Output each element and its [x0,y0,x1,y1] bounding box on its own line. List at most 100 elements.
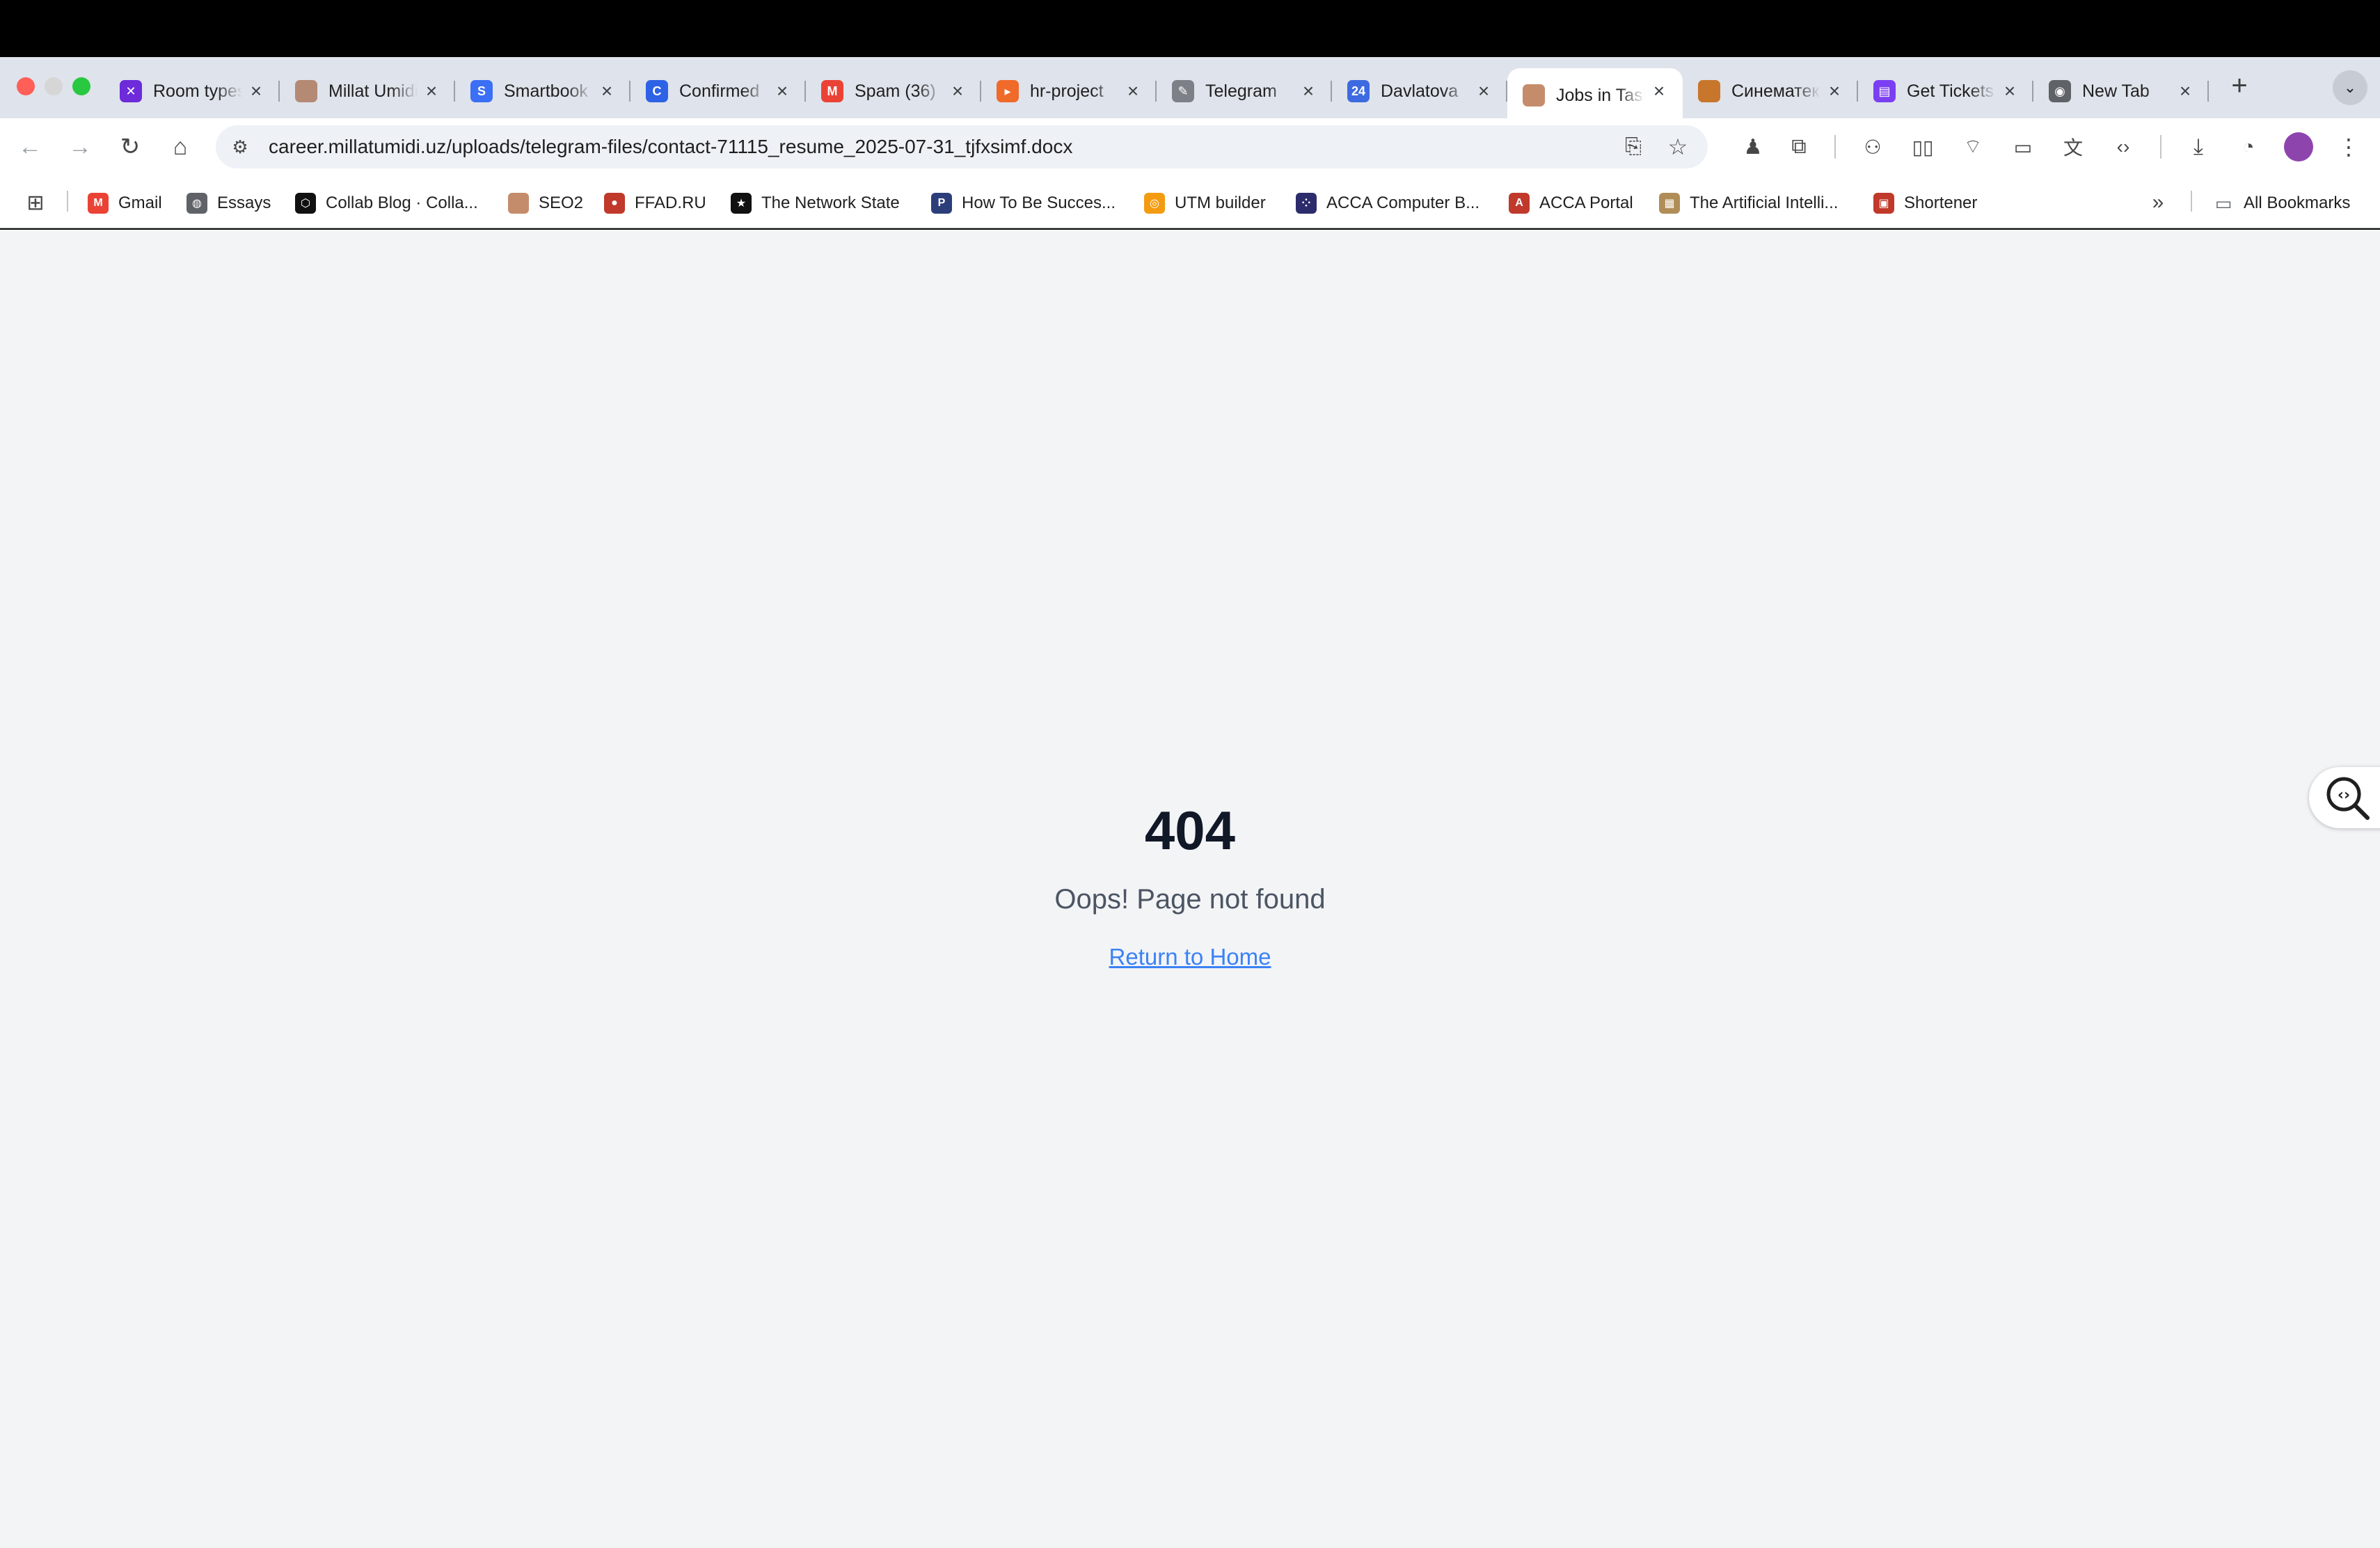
tab-divider [2207,81,2209,102]
extensions-puzzle-icon[interactable]: ⧉ [1782,129,1816,164]
reading-mode-icon[interactable]: ▯▯ [1905,129,1940,164]
close-tab-icon[interactable]: × [1999,80,2021,102]
close-tab-icon[interactable]: × [1648,80,1670,102]
shortener-icon: ▣ [1873,193,1894,214]
floating-search-button[interactable]: ‹› [2309,767,2380,828]
url-text[interactable]: career.millatumidi.uz/uploads/telegram-f… [269,132,1072,161]
home-icon[interactable]: ⌂ [163,129,198,164]
tab-title: New Tab [2082,81,2150,101]
bookmark-item[interactable]: A ACCA Portal [1509,189,1633,217]
performance-icon[interactable]: ◔ [2231,129,2266,164]
browser-tab[interactable]: C Confirmed × [630,68,806,114]
close-tab-icon[interactable]: × [1122,80,1144,102]
bookmark-item[interactable]: ▦ The Artificial Intelli... [1659,189,1838,217]
tab-title: Davlatova [1381,81,1459,101]
acca-dots-icon: ⁘ [1296,193,1317,214]
close-tab-icon[interactable]: × [420,80,443,102]
acca-icon: A [1509,193,1530,214]
install-app-icon[interactable]: ⎘ [1616,129,1651,164]
bookmark-item[interactable]: P How To Be Succes... [931,189,1116,217]
bookmark-item[interactable]: ◎ UTM builder [1144,189,1266,217]
bookmark-item[interactable]: ⬡ Collab Blog · Colla... [295,189,478,217]
forward-arrow-icon[interactable]: → [63,129,97,164]
ffad-icon: ● [604,193,625,214]
browser-tab[interactable]: Jobs in Tashkent× [1507,68,1683,123]
millat-umidi-icon [295,80,317,102]
profile-avatar[interactable] [2281,129,2316,164]
bookmark-item[interactable]: M Gmail [88,189,162,217]
bookmark-label: How To Be Succes... [962,194,1116,212]
bookmark-item[interactable]: ▣ Shortener [1873,189,1977,217]
bookmark-label: Essays [217,194,271,212]
close-tab-icon[interactable]: × [1297,80,1319,102]
all-bookmarks-button[interactable]: ▭ All Bookmarks [2213,189,2351,217]
minimize-window-button[interactable] [45,77,63,95]
back-arrow-icon[interactable]: ← [13,129,47,164]
device-icon[interactable]: ▭ [2006,129,2040,164]
maximize-window-button[interactable] [72,77,90,95]
system-menu-bar [0,0,2380,57]
close-tab-icon[interactable]: × [245,80,267,102]
error-code: 404 [1144,800,1236,861]
translate-icon[interactable]: 文 [2056,129,2091,164]
bookmark-item[interactable]: ⁘ ACCA Computer B... [1296,189,1479,217]
browser-tab[interactable]: Синематека × [1683,68,1858,114]
confirmed-icon: C [646,80,668,102]
smartbook-icon: S [470,80,493,102]
reload-icon[interactable]: ↻ [113,129,148,164]
return-home-link[interactable]: Return to Home [1086,940,1294,974]
browser-tab[interactable]: ▤ Get Tickets × [1858,68,2033,114]
tab-title: hr-project [1030,81,1104,101]
tab-title: Smartbook [504,81,588,101]
menu-kebab-icon[interactable]: ⋮ [2331,129,2366,164]
bookmark-label: The Network State [761,194,900,212]
tab-title: Spam (36) [855,81,936,101]
browser-tab[interactable]: S Smartbook × [455,68,630,114]
browser-tab[interactable]: M Spam (36) × [806,68,981,114]
incognito-icon[interactable]: ⚇ [1855,129,1890,164]
tabs: ✕ Room types × Millat Umidi × S Smartbook × C Con… [104,64,2209,123]
gmail-icon: M [821,80,843,102]
tab-title: Room types [153,81,242,101]
close-tab-icon[interactable]: × [2174,80,2196,102]
network-state-icon: ★ [731,193,752,214]
browser-tab[interactable]: Millat Umidi × [280,68,455,114]
cinematheque-icon [1698,80,1720,102]
close-tab-icon[interactable]: × [1823,80,1846,102]
close-tab-icon[interactable]: × [596,80,618,102]
browser-tab[interactable]: ▸ hr-project × [981,68,1157,114]
bookmark-item[interactable]: ◍ Essays [187,189,271,217]
close-window-button[interactable] [17,77,35,95]
browser-tab[interactable]: ◉ New Tab × [2033,68,2209,114]
new-tab-button[interactable]: + [2224,70,2255,101]
collab-icon: ⬡ [295,193,316,214]
bookmark-label: FFAD.RU [635,194,706,212]
download-icon[interactable]: ⤓ [2181,129,2216,164]
bookmark-label: The Artificial Intelli... [1690,194,1839,212]
tab-title: Millat Umidi [328,81,418,101]
site-info-icon[interactable]: ⚙ [223,129,257,164]
seo-icon [508,193,529,214]
chevron-more-icon[interactable]: » [2141,185,2175,220]
cast-icon[interactable]: ⌔ [1955,129,1990,164]
browser-tab[interactable]: 24 Davlatova × [1332,68,1507,114]
close-tab-icon[interactable]: × [946,80,969,102]
globe-icon: ◍ [187,193,207,214]
bookmark-label: UTM builder [1175,194,1266,212]
succes-icon: P [931,193,952,214]
bookmark-item[interactable]: ★ The Network State [731,189,900,217]
extension-badge-icon[interactable]: ♟ [1736,129,1770,164]
tab-title: Confirmed [679,81,760,101]
code-icon[interactable]: ‹› [2106,129,2141,164]
close-tab-icon[interactable]: × [771,80,793,102]
close-tab-icon[interactable]: × [1473,80,1495,102]
tab-search-button[interactable]: ⌄ [2333,70,2367,105]
apps-grid-icon[interactable]: ⊞ [18,185,53,220]
browser-tab[interactable]: ✕ Room types × [104,68,280,114]
bookmark-item[interactable]: SEO2 [508,189,583,217]
bookmark-star-icon[interactable]: ☆ [1660,129,1695,164]
browser-tab[interactable]: ✎ Telegram × [1157,68,1332,114]
bookmark-label: Shortener [1904,194,1978,212]
bookmarks-divider [67,191,68,212]
bookmark-item[interactable]: ● FFAD.RU [604,189,706,217]
